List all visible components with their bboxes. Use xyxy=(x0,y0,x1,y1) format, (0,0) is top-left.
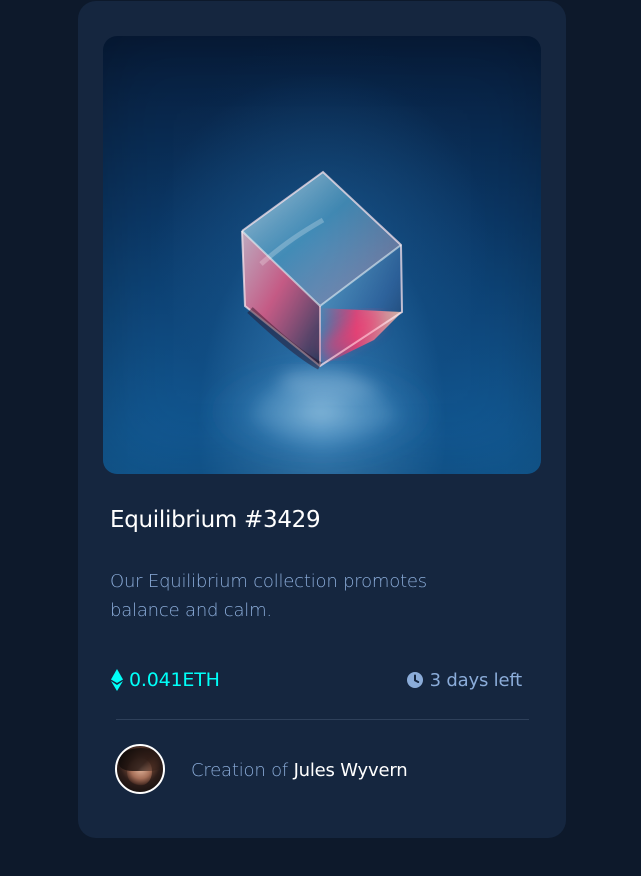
card-divider xyxy=(116,719,529,720)
creator-credit: Creation of Jules Wyvern xyxy=(191,760,408,781)
time-remaining-label: 3 days left xyxy=(429,669,523,691)
nft-artwork-image[interactable] xyxy=(103,36,541,474)
time-remaining: 3 days left xyxy=(406,666,522,694)
nft-title[interactable]: Equilibrium #3429 xyxy=(110,504,321,536)
creator-prefix: Creation of xyxy=(191,760,289,781)
nft-description: Our Equilibrium collection promotes bala… xyxy=(110,571,427,621)
creator-row: Creation of Jules Wyvern xyxy=(115,742,408,796)
creator-avatar xyxy=(115,744,165,794)
nft-preview-card: Equilibrium #3429 Our Equilibrium collec… xyxy=(78,1,566,838)
clock-icon xyxy=(406,671,424,689)
ethereum-icon xyxy=(110,668,124,692)
price-label: 0.041ETH xyxy=(129,669,220,691)
nft-price: 0.041ETH xyxy=(110,666,220,694)
creator-name-link[interactable]: Jules Wyvern xyxy=(294,760,408,781)
